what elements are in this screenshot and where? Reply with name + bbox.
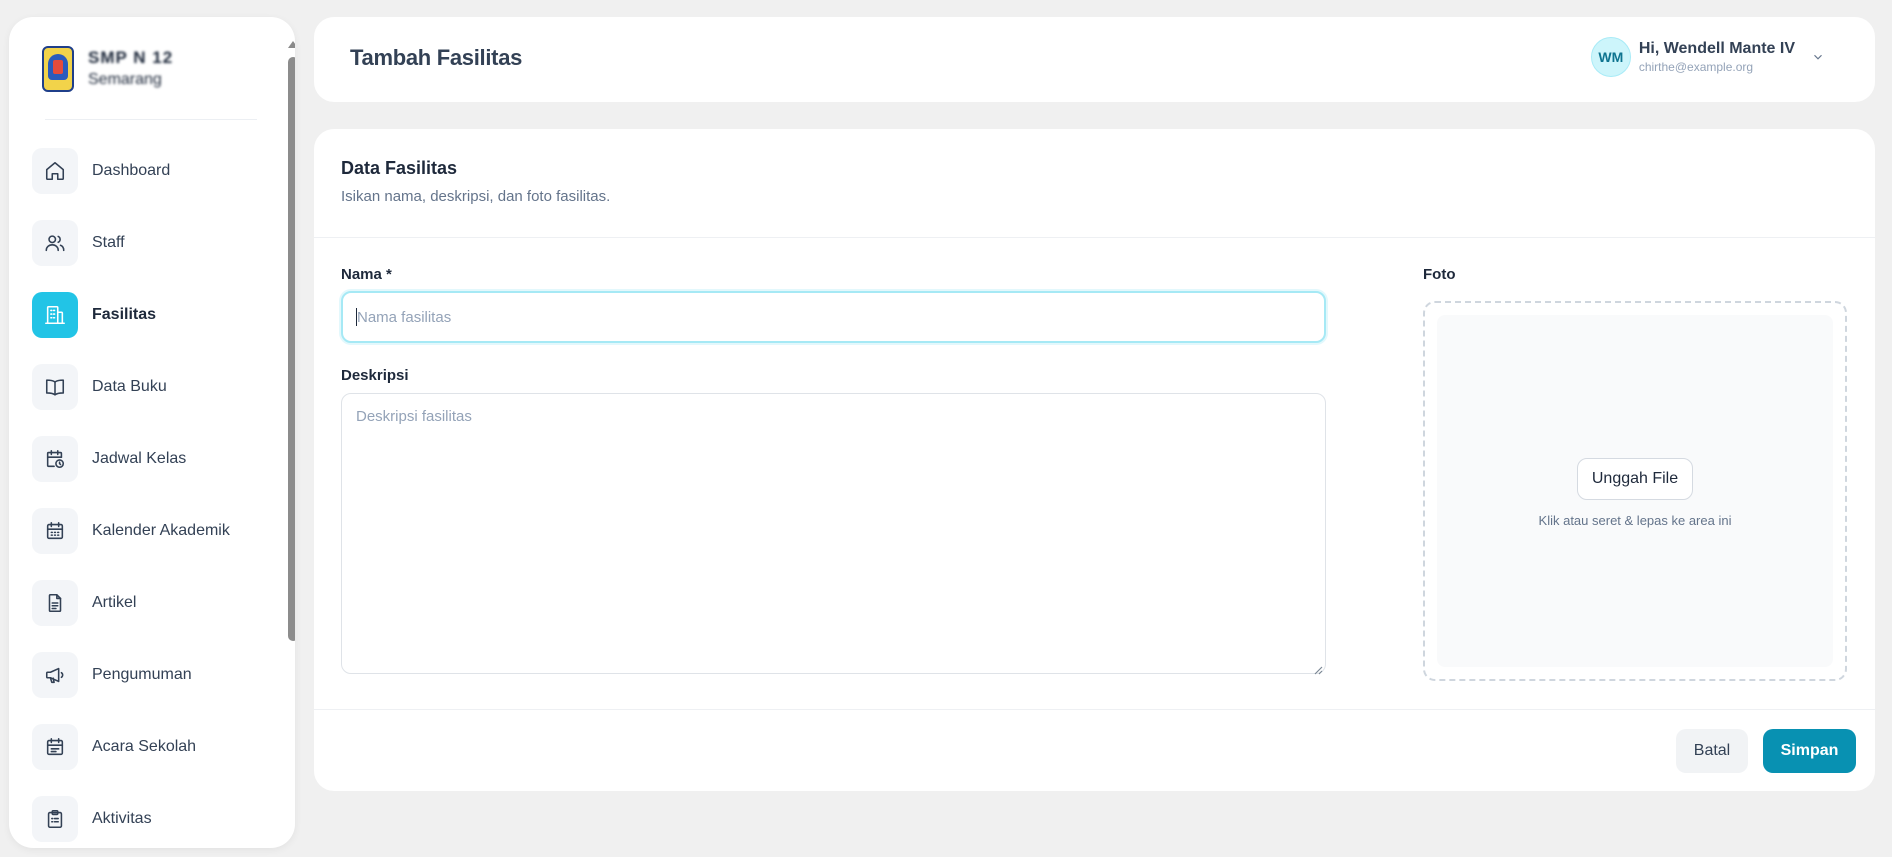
brand-name-line2: Semarang [88,71,162,88]
user-email: chirthe@example.org [1638,60,1754,74]
page-title: Tambah Fasilitas [350,45,523,70]
deskripsi-textarea[interactable] [341,393,1326,674]
sidebar-nav: Dashboard Staff Fasilitas Data Buku Jadw… [32,148,272,848]
calendar-clock-icon [32,436,78,482]
calendar-icon [32,508,78,554]
scroll-up-arrow-icon[interactable] [288,41,295,48]
school-logo-icon [42,46,74,92]
user-name: Hi, Wendell Mante IV [1638,40,1795,57]
sidebar-item-label: Dashboard [92,162,171,179]
sidebar-item-aktivitas[interactable]: Aktivitas [32,796,272,848]
sidebar-item-label: Staff [92,234,125,251]
users-icon [32,220,78,266]
sidebar-item-staff[interactable]: Staff [32,220,272,292]
sidebar-item-label: Data Buku [92,378,167,395]
form-title: Data Fasilitas [341,158,458,178]
top-header: Tambah Fasilitas WM Hi, Wendell Mante IV… [314,17,1875,102]
sidebar-item-acara-sekolah[interactable]: Acara Sekolah [32,724,272,796]
user-menu[interactable]: WM Hi, Wendell Mante IV chirthe@example.… [1590,37,1825,77]
sidebar-item-label: Aktivitas [92,810,152,827]
sidebar-item-label: Kalender Akademik [92,522,230,539]
form-subtitle: Isikan nama, deskripsi, dan foto fasilit… [341,188,611,205]
sidebar-item-data-buku[interactable]: Data Buku [32,364,272,436]
foto-label: Foto [1423,266,1456,283]
scrollbar-thumb[interactable] [288,57,295,641]
sidebar-item-kalender-akademik[interactable]: Kalender Akademik [32,508,272,580]
brand-divider [45,119,257,120]
nama-input[interactable] [341,291,1326,343]
text-cursor [356,308,357,326]
book-icon [32,364,78,410]
brand-name-line1: SMP N 12 [88,48,174,67]
photo-dropzone[interactable]: Unggah File Klik atau seret & lepas ke a… [1423,301,1847,681]
avatar: WM [1590,37,1631,77]
megaphone-icon [32,652,78,698]
building-icon [32,292,78,338]
facility-form-card: Data Fasilitas Isikan nama, deskripsi, d… [314,129,1875,791]
sidebar-item-jadwal-kelas[interactable]: Jadwal Kelas [32,436,272,508]
sidebar-item-artikel[interactable]: Artikel [32,580,272,652]
sidebar-item-label: Jadwal Kelas [92,450,187,467]
upload-file-button[interactable]: Unggah File [1577,458,1693,500]
brand[interactable]: SMP N 12 Semarang [42,37,262,101]
sidebar-item-dashboard[interactable]: Dashboard [32,148,272,220]
sidebar-item-label: Pengumuman [92,666,192,683]
document-icon [32,580,78,626]
chevron-down-icon[interactable] [1811,50,1825,64]
cancel-button[interactable]: Batal [1676,729,1748,773]
dropzone-hint: Klik atau seret & lepas ke area ini [1538,513,1732,528]
calendar-event-icon [32,724,78,770]
resize-handle-icon[interactable] [1314,662,1323,675]
clipboard-icon [32,796,78,842]
home-icon [32,148,78,194]
deskripsi-label: Deskripsi [341,367,409,384]
sidebar-item-label: Acara Sekolah [92,738,197,755]
footer-divider [314,709,1875,710]
sidebar-scrollbar[interactable] [287,41,295,848]
sidebar-item-fasilitas[interactable]: Fasilitas [32,292,272,364]
sidebar-item-label: Fasilitas [92,306,157,323]
sidebar-item-pengumuman[interactable]: Pengumuman [32,652,272,724]
user-info: Hi, Wendell Mante IV chirthe@example.org [1639,39,1795,75]
card-header: Data Fasilitas Isikan nama, deskripsi, d… [314,129,1875,238]
sidebar: SMP N 12 Semarang Dashboard Staff Fasili… [9,17,295,848]
save-button[interactable]: Simpan [1763,729,1856,773]
sidebar-item-label: Artikel [92,594,137,611]
nama-label: Nama * [341,266,392,283]
brand-text: SMP N 12 Semarang [88,47,173,91]
